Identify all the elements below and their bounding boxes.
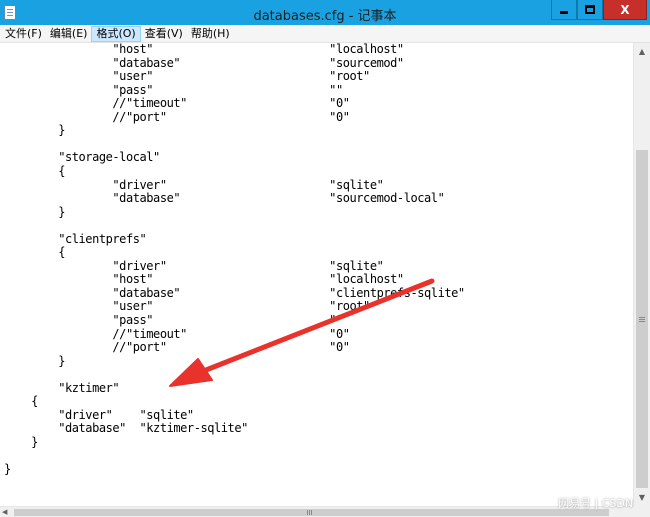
text-line: //"timeout" "0" xyxy=(4,96,350,111)
text-line: { xyxy=(4,245,65,260)
text-line: //"timeout" "0" xyxy=(4,326,350,341)
minimize-button[interactable] xyxy=(551,0,577,20)
maximize-button[interactable] xyxy=(577,0,603,20)
vertical-scrollbar[interactable]: ▲ ▼ xyxy=(633,43,650,506)
text-line: "user" "root" xyxy=(4,299,370,314)
text-line: "database" "kztimer-sqlite" xyxy=(4,421,248,436)
window-controls: X xyxy=(551,0,647,20)
text-line: } xyxy=(4,204,65,219)
text-line: "driver" "sqlite" xyxy=(4,177,384,192)
horizontal-scroll-thumb[interactable] xyxy=(14,509,609,516)
text-line: } xyxy=(4,434,38,449)
text-line: "driver" "sqlite" xyxy=(4,407,194,422)
text-line: "host" "localhost" xyxy=(4,272,404,287)
menu-view[interactable]: 查看(V) xyxy=(141,26,187,42)
close-icon: X xyxy=(620,2,630,17)
text-line: "database" "sourcemod" xyxy=(4,55,404,70)
menu-format[interactable]: 格式(O) xyxy=(91,26,141,42)
text-line: } xyxy=(4,123,65,138)
menu-file[interactable]: 文件(F) xyxy=(1,26,46,42)
vertical-scroll-thumb[interactable] xyxy=(636,150,648,488)
menu-bar: 文件(F) 编辑(E) 格式(O) 查看(V) 帮助(H) xyxy=(0,25,650,43)
watermark-text: 网易号 | CSDN xyxy=(558,497,634,510)
text-line: "database" "sourcemod-local" xyxy=(4,191,445,206)
maximize-icon xyxy=(585,5,595,14)
horizontal-scrollbar[interactable]: ◀ xyxy=(0,506,633,517)
text-line: { xyxy=(4,394,38,409)
text-line: "kztimer" xyxy=(4,380,120,395)
scroll-down-icon[interactable]: ▼ xyxy=(634,489,650,506)
menu-help[interactable]: 帮助(H) xyxy=(187,26,234,42)
title-bar[interactable]: databases.cfg - 记事本 X xyxy=(0,0,650,25)
minimize-icon xyxy=(560,11,568,14)
text-line: { xyxy=(4,163,65,178)
text-line: "host" "localhost" xyxy=(4,43,404,56)
scroll-up-icon[interactable]: ▲ xyxy=(634,43,650,60)
close-button[interactable]: X xyxy=(603,0,647,20)
text-line: "storage-local" xyxy=(4,150,160,165)
text-line: } xyxy=(4,353,65,368)
text-line: "clientprefs" xyxy=(4,231,147,246)
scroll-left-icon[interactable]: ◀ xyxy=(2,507,7,517)
text-line: "pass" "" xyxy=(4,82,343,97)
text-line: } xyxy=(4,462,11,477)
menu-edit[interactable]: 编辑(E) xyxy=(46,26,92,42)
text-line: "pass" "" xyxy=(4,313,343,327)
text-line: "user" "root" xyxy=(4,69,370,84)
scrollbar-corner xyxy=(633,506,650,517)
text-line: "driver" "sqlite" xyxy=(4,258,384,273)
text-line: //"port" "0" xyxy=(4,109,350,124)
text-line: "database" "clientprefs-sqlite" xyxy=(4,285,465,300)
text-line: //"port" "0" xyxy=(4,340,350,355)
text-editor-area[interactable]: "host" "localhost" "database" "sourcemod… xyxy=(0,43,633,506)
